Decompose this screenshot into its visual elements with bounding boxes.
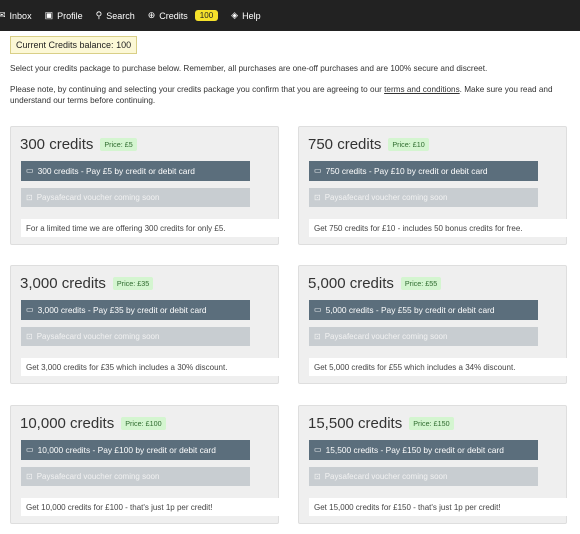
balance-label: Current Credits balance:	[16, 40, 114, 50]
intro-text: Select your credits package to purchase …	[10, 64, 488, 73]
help-icon: ◈	[231, 10, 239, 20]
voucher-label: Paysafecard voucher coming soon	[36, 193, 160, 202]
package-card: 3,000 credits Price: £35 ▭ 3,000 credits -…	[10, 265, 279, 384]
credits-badge: 100	[194, 10, 219, 21]
credit-card-icon: ▭	[26, 445, 34, 454]
voucher-label: Paysafecard voucher coming soon	[324, 332, 448, 341]
search-icon: ⚲	[95, 10, 103, 20]
paysafecard-button[interactable]: ⊡ Paysafecard voucher coming soon	[21, 188, 250, 207]
pay-card-label: 10,000 credits - Pay £100 by credit or d…	[37, 445, 216, 455]
price-tag: Price: £100	[121, 417, 166, 430]
package-title: 300 credits	[20, 136, 94, 153]
package-card: 10,000 credits Price: £100 ▭ 10,000 credit…	[10, 405, 279, 524]
paysafecard-button[interactable]: ⊡ Paysafecard voucher coming soon	[21, 327, 250, 346]
voucher-icon: ⊡	[314, 192, 321, 202]
package-title: 3,000 credits	[20, 275, 106, 292]
envelope-icon: ✉	[0, 10, 6, 20]
package-description: Get 10,000 credits for £100 - that's jus…	[21, 498, 279, 516]
package-card: 5,000 credits Price: £55 ▭ 5,000 credits -…	[298, 265, 567, 384]
paysafecard-button[interactable]: ⊡ Paysafecard voucher coming soon	[309, 327, 538, 346]
package-card: 750 credits Price: £10 ▭ 750 credits - Pay…	[298, 126, 567, 245]
nav-help-label: Help	[242, 10, 261, 21]
pay-card-label: 5,000 credits - Pay £55 by credit or deb…	[325, 305, 495, 315]
voucher-label: Paysafecard voucher coming soon	[36, 332, 160, 341]
credit-card-icon: ▭	[26, 305, 34, 314]
nav-search[interactable]: ⚲ Search	[96, 11, 135, 21]
credit-card-icon: ▭	[314, 166, 322, 175]
package-description: Get 750 credits for £10 - includes 50 bo…	[309, 219, 567, 237]
pay-card-button[interactable]: ▭ 750 credits - Pay £10 by credit or debi…	[309, 161, 538, 181]
voucher-icon: ⊡	[26, 331, 33, 341]
pay-card-label: 3,000 credits - Pay £35 by credit or deb…	[37, 305, 207, 315]
price-tag: Price: £150	[409, 417, 454, 430]
price-tag: Price: £5	[100, 138, 137, 151]
pay-card-label: 300 credits - Pay £5 by credit or debit …	[37, 166, 195, 176]
credits-balance: Current Credits balance: 100	[10, 36, 138, 54]
pay-card-label: 15,500 credits - Pay £150 by credit or d…	[325, 445, 504, 455]
id-card-icon: ▣	[44, 10, 54, 20]
nav-search-label: Search	[106, 10, 135, 21]
package-title: 10,000 credits	[20, 415, 115, 432]
voucher-icon: ⊡	[314, 331, 321, 341]
package-card: 15,500 credits Price: £150 ▭ 15,500 credit…	[298, 405, 567, 524]
terms-note: Please note, by continuing and selecting…	[10, 84, 570, 106]
top-nav: ✉ Inbox ▣ Profile ⚲ Search ⊕ Credits 100…	[0, 0, 580, 31]
voucher-icon: ⊡	[314, 471, 321, 481]
terms-link[interactable]: terms and conditions	[384, 85, 460, 94]
pay-card-button[interactable]: ▭ 300 credits - Pay £5 by credit or debit…	[21, 161, 250, 181]
package-title: 5,000 credits	[308, 275, 394, 292]
nav-inbox-label: Inbox	[9, 10, 32, 21]
package-title: 15,500 credits	[308, 415, 403, 432]
credit-card-icon: ▭	[26, 166, 34, 175]
pay-card-button[interactable]: ▭ 15,500 credits - Pay £150 by credit or …	[309, 440, 538, 460]
package-description: Get 5,000 credits for £55 which includes…	[309, 358, 567, 376]
voucher-label: Paysafecard voucher coming soon	[324, 193, 448, 202]
plus-circle-icon: ⊕	[147, 10, 156, 20]
nav-credits-label: Credits	[159, 10, 188, 21]
voucher-label: Paysafecard voucher coming soon	[324, 472, 448, 481]
package-description: Get 3,000 credits for £35 which includes…	[21, 358, 279, 376]
nav-credits[interactable]: ⊕ Credits 100	[147, 10, 219, 21]
paysafecard-button[interactable]: ⊡ Paysafecard voucher coming soon	[309, 188, 538, 207]
paysafecard-button[interactable]: ⊡ Paysafecard voucher coming soon	[21, 467, 250, 486]
price-tag: Price: £10	[388, 138, 429, 151]
balance-value: 100	[116, 40, 132, 50]
credit-card-icon: ▭	[314, 445, 322, 454]
package-description: Get 15,000 credits for £150 - that's jus…	[309, 498, 567, 516]
price-tag: Price: £55	[400, 277, 442, 290]
package-title: 750 credits	[308, 136, 382, 153]
nav-inbox[interactable]: ✉ Inbox	[0, 11, 32, 21]
price-tag: Price: £35	[112, 277, 154, 290]
voucher-icon: ⊡	[26, 192, 33, 202]
pay-card-button[interactable]: ▭ 3,000 credits - Pay £35 by credit or de…	[21, 300, 250, 320]
credit-card-icon: ▭	[314, 305, 322, 314]
nav-profile-label: Profile	[57, 10, 83, 21]
voucher-icon: ⊡	[26, 471, 33, 481]
package-description: For a limited time we are offering 300 c…	[21, 219, 279, 237]
nav-help[interactable]: ◈ Help	[231, 11, 260, 21]
pay-card-label: 750 credits - Pay £10 by credit or debit…	[325, 166, 488, 176]
package-card: 300 credits Price: £5 ▭ 300 credits - Pay …	[10, 126, 279, 245]
pay-card-button[interactable]: ▭ 10,000 credits - Pay £100 by credit or …	[21, 440, 250, 460]
paysafecard-button[interactable]: ⊡ Paysafecard voucher coming soon	[309, 467, 538, 486]
terms-note-before: Please note, by continuing and selecting…	[10, 85, 385, 94]
nav-profile[interactable]: ▣ Profile	[45, 11, 83, 21]
voucher-label: Paysafecard voucher coming soon	[36, 472, 160, 481]
pay-card-button[interactable]: ▭ 5,000 credits - Pay £55 by credit or de…	[309, 300, 538, 320]
